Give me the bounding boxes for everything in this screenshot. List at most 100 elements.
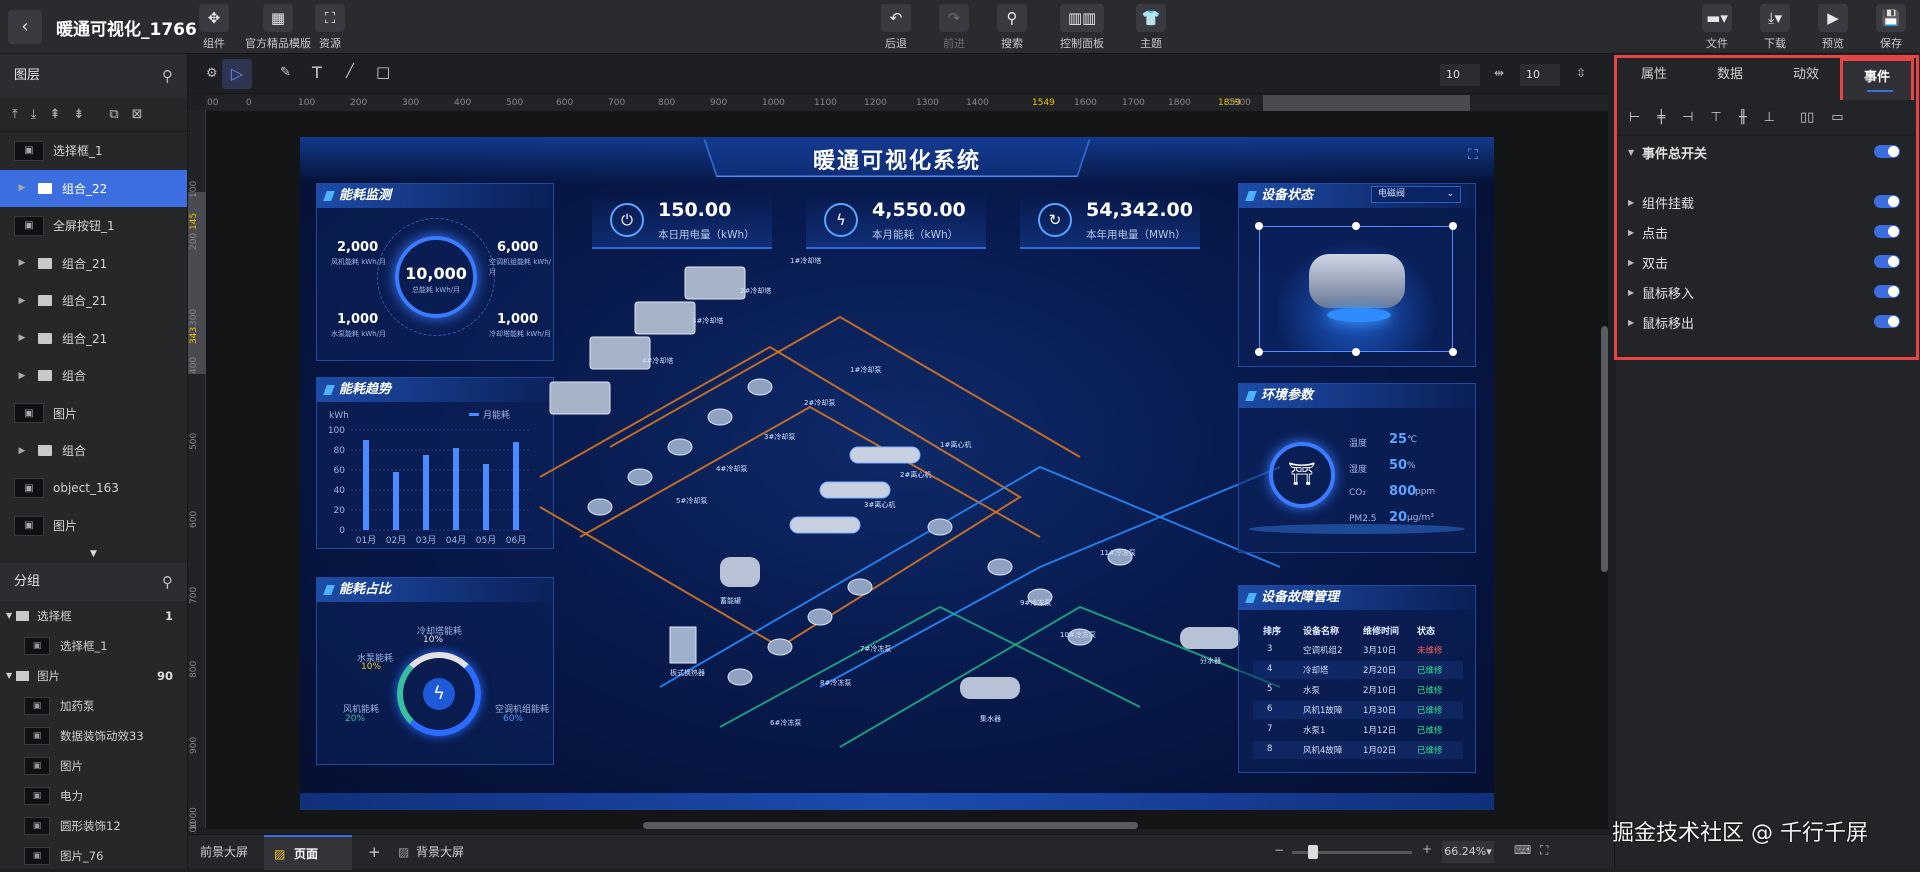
dashboard-screen[interactable]: 暖通可视化系统 ⛶ ⏻ 150.00 本日用电量（kWh） ϟ 4,550.00 本月能… bbox=[300, 137, 1494, 810]
ruler-tick-label: 700 bbox=[189, 586, 199, 604]
total-energy-label: 总能耗 kWh/月 bbox=[412, 286, 460, 294]
group-name: 图片 bbox=[37, 668, 61, 683]
group-item[interactable]: ▣ 电力 bbox=[0, 781, 187, 811]
search-icon[interactable]: ⚲ bbox=[162, 563, 173, 601]
resize-handle[interactable] bbox=[1449, 222, 1457, 230]
group-icon[interactable]: ⧉ bbox=[109, 107, 118, 122]
group-item[interactable]: ▣ 图片 bbox=[0, 751, 187, 781]
back-button[interactable]: ‹ bbox=[8, 10, 42, 44]
zoom-select[interactable]: 66.24%▾ bbox=[1442, 841, 1494, 863]
panel-title: 能耗趋势 bbox=[317, 378, 553, 402]
move-down-icon[interactable]: ⇟ bbox=[73, 107, 84, 122]
resize-handle[interactable] bbox=[1255, 222, 1263, 230]
control-panel-button[interactable]: ▥▥ 控制面板 bbox=[1052, 4, 1112, 51]
tab-foreground[interactable]: 前景大屏 bbox=[188, 835, 260, 870]
resize-handle[interactable] bbox=[1255, 348, 1263, 356]
cooling-tower bbox=[634, 301, 696, 335]
image-icon: ▣ bbox=[24, 816, 50, 835]
undo-button[interactable]: ↶ 后退 bbox=[866, 4, 926, 51]
group-item[interactable]: ▣ 图片_76 bbox=[0, 841, 187, 871]
group-item[interactable]: ▣ 加药泵 bbox=[0, 691, 187, 721]
pipe bbox=[609, 315, 1081, 458]
expand-arrow-icon[interactable]: ▶ bbox=[14, 333, 30, 343]
bottom-bar: 前景大屏 ▨ 页面 + ▨ 背景大屏 − + 66.24%▾ ⌨ ⛶ bbox=[188, 834, 1614, 870]
group-item[interactable]: ▣ 数据装饰动效33 bbox=[0, 721, 187, 751]
move-top-icon[interactable]: ⤒ bbox=[12, 107, 18, 122]
expand-arrow-icon[interactable]: ▶ bbox=[14, 296, 30, 306]
layer-item[interactable]: ▣ 全屏按钮_1 bbox=[0, 207, 187, 245]
file-button[interactable]: ▬▾ 文件 bbox=[1687, 4, 1747, 51]
collapse-arrow-icon[interactable]: ▼ bbox=[0, 545, 187, 563]
bar bbox=[423, 455, 429, 530]
move-bottom-icon[interactable]: ⤓ bbox=[31, 107, 37, 122]
zoom-out-icon[interactable]: − bbox=[1274, 843, 1284, 857]
table-cell: 冷却塔 bbox=[1303, 666, 1329, 676]
share-pct: 10% bbox=[361, 662, 382, 672]
y-tick-label: 0 bbox=[339, 526, 345, 536]
resource-button[interactable]: ⛶ 资源 bbox=[300, 4, 360, 51]
expand-arrow-icon[interactable]: ▶ bbox=[14, 446, 30, 456]
fit-screen-icon[interactable]: ⛶ bbox=[1540, 843, 1548, 858]
plus-icon: + bbox=[368, 843, 381, 861]
line-tool-icon[interactable]: ╱ bbox=[346, 64, 354, 79]
layer-item[interactable]: ▶ 组合_21 bbox=[0, 320, 187, 358]
x-input[interactable]: 10 bbox=[1440, 64, 1480, 86]
group-name: 选择框_1 bbox=[60, 638, 108, 653]
fullscreen-icon[interactable]: ⛶ bbox=[1468, 147, 1478, 163]
ungroup-icon[interactable]: ⊠ bbox=[132, 107, 143, 122]
theme-button[interactable]: 👕 主题 bbox=[1121, 4, 1181, 51]
ruler-tick-label: 1200 bbox=[864, 98, 887, 108]
download-button[interactable]: ⤓▾ 下载 bbox=[1745, 4, 1805, 51]
layer-item[interactable]: ▶ 组合_21 bbox=[0, 245, 187, 283]
resize-handle[interactable] bbox=[1352, 222, 1360, 230]
component-button[interactable]: ✥ 组件 bbox=[184, 4, 244, 51]
select-tool-icon[interactable]: ▷ bbox=[222, 59, 252, 89]
layer-item[interactable]: ▶ 组合 bbox=[0, 432, 187, 470]
settings-icon[interactable]: ⚙ bbox=[206, 66, 218, 81]
move-up-icon[interactable]: ⇞ bbox=[50, 107, 61, 122]
expand-arrow-icon[interactable]: ▼ bbox=[6, 611, 12, 620]
layer-item[interactable]: ▣ 图片 bbox=[0, 395, 187, 433]
expand-arrow-icon[interactable]: ▶ bbox=[14, 258, 30, 268]
y-input[interactable]: 10 bbox=[1520, 64, 1560, 86]
layer-item[interactable]: ▣ object_163 bbox=[0, 470, 187, 508]
expand-arrow-icon[interactable]: ▶ bbox=[14, 183, 30, 193]
resize-handle[interactable] bbox=[1352, 348, 1360, 356]
layer-item[interactable]: ▣ 图片 bbox=[0, 507, 187, 545]
save-button[interactable]: 💾 保存 bbox=[1861, 4, 1920, 51]
preview-button[interactable]: ▶ 预览 bbox=[1803, 4, 1863, 51]
tab-background[interactable]: ▨ 背景大屏 bbox=[388, 835, 476, 870]
layer-item[interactable]: ▣ 选择框_1 bbox=[0, 132, 187, 170]
tab-page[interactable]: ▨ 页面 bbox=[264, 835, 352, 870]
group-item[interactable]: ▼ 选择框 1 bbox=[0, 601, 187, 631]
layer-name: 全屏按钮_1 bbox=[53, 219, 115, 234]
layer-item-selected[interactable]: ▶ 组合_22 bbox=[0, 169, 187, 207]
scene-label: 4#冷却塔 bbox=[642, 356, 673, 365]
zoom-in-icon[interactable]: + bbox=[1422, 842, 1432, 856]
theme-label: 主题 bbox=[1140, 37, 1162, 50]
horizontal-scrollbar[interactable] bbox=[643, 822, 1138, 829]
project-title: 暖通可视化_1766 bbox=[56, 20, 197, 40]
expand-arrow-icon[interactable]: ▼ bbox=[6, 671, 12, 680]
device-select[interactable]: 电磁阀 ⌄ bbox=[1371, 186, 1461, 203]
folder-icon bbox=[38, 332, 52, 344]
expand-arrow-icon[interactable]: ▶ bbox=[14, 371, 30, 381]
rect-tool-icon[interactable]: □ bbox=[376, 63, 390, 81]
table-cell: 1月30日 bbox=[1363, 706, 1397, 716]
vertical-ruler: 100 145 200 300 343 400 500 600 700 800 900 1000 110… bbox=[188, 110, 206, 844]
group-item[interactable]: ▣ 选择框_1 bbox=[0, 631, 187, 661]
keyboard-icon[interactable]: ⌨ bbox=[1514, 843, 1531, 857]
redo-button[interactable]: ↷ 前进 bbox=[924, 4, 984, 51]
search-button[interactable]: ⚲ 搜索 bbox=[982, 4, 1042, 51]
group-item[interactable]: ▼ 图片 90 bbox=[0, 661, 187, 691]
layer-item[interactable]: ▶ 组合 bbox=[0, 357, 187, 395]
group-item[interactable]: ▣ 圆形装饰12 bbox=[0, 811, 187, 841]
zoom-slider-handle[interactable] bbox=[1308, 845, 1318, 859]
layer-item[interactable]: ▶ 组合_21 bbox=[0, 282, 187, 320]
resize-handle[interactable] bbox=[1449, 348, 1457, 356]
scene-label: 6#冷冻泵 bbox=[770, 718, 801, 727]
vertical-scrollbar[interactable] bbox=[1601, 326, 1608, 572]
pen-tool-icon[interactable]: ✎ bbox=[280, 65, 291, 80]
search-icon[interactable]: ⚲ bbox=[162, 54, 173, 98]
text-tool-icon[interactable]: T bbox=[312, 63, 322, 82]
